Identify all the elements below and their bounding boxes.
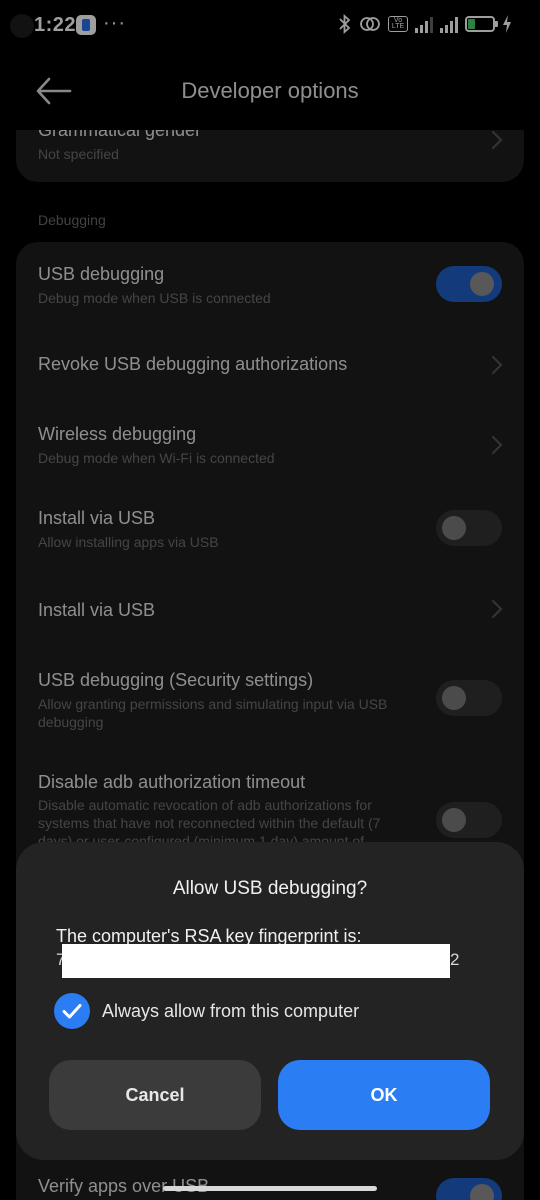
always-allow-checkbox[interactable] bbox=[54, 993, 90, 1029]
allow-usb-debugging-dialog: Allow USB debugging? The computer's RSA … bbox=[16, 842, 524, 1160]
always-allow-label[interactable]: Always allow from this computer bbox=[102, 1001, 359, 1022]
checkmark-icon bbox=[62, 1004, 82, 1019]
dialog-title: Allow USB debugging? bbox=[172, 878, 368, 899]
cancel-button[interactable]: Cancel bbox=[49, 1060, 261, 1130]
fingerprint-redaction bbox=[62, 944, 450, 978]
fingerprint-tail: 2 bbox=[450, 950, 460, 969]
screen: 1:22 ··· Vo LTE 28 Developer options Gra… bbox=[0, 0, 540, 1200]
ok-button[interactable]: OK bbox=[278, 1060, 490, 1130]
home-indicator[interactable] bbox=[163, 1186, 377, 1191]
